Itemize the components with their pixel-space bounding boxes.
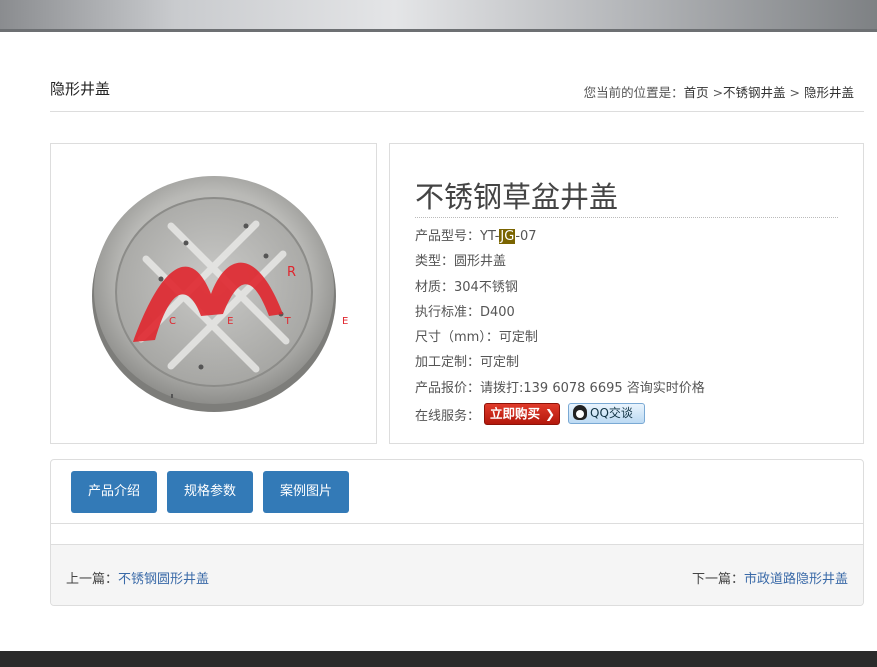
breadcrumb-category[interactable]: 不锈钢井盖 <box>723 85 786 100</box>
tab-specifications[interactable]: 规格参数 <box>167 471 253 513</box>
site-footer <box>0 651 877 667</box>
logo-text: C E T E <box>169 316 372 327</box>
spec-standard: 执行标准：D400 <box>415 304 515 320</box>
divider <box>415 217 838 218</box>
prev-article: 上一篇：不锈钢圆形井盖 <box>66 568 209 587</box>
spec-custom: 加工定制：可定制 <box>415 355 520 371</box>
product-specs: 产品型号：YT-JG-07 类型：圆形井盖 材质：304不锈钢 执行标准：D40… <box>415 224 705 429</box>
buy-now-label: 立即购买 <box>490 405 541 421</box>
article-pager: 上一篇：不锈钢圆形井盖 下一篇：市政道路隐形井盖 <box>51 544 863 605</box>
buy-now-button[interactable]: 立即购买 ❯ <box>484 402 561 425</box>
breadcrumb: 您当前的位置是：首页 >不锈钢井盖 > 隐形井盖 <box>584 82 854 101</box>
breadcrumb-prefix: 您当前的位置是： <box>583 85 684 100</box>
qq-penguin-icon <box>573 405 588 421</box>
tab-case-images[interactable]: 案例图片 <box>263 471 349 513</box>
spec-model-label: 产品型号： <box>415 229 481 244</box>
product-tabs-panel: 产品介绍 规格参数 案例图片 上一篇：不锈钢圆形井盖 下一篇：市政道路隐形井盖 <box>50 459 864 606</box>
spec-size: 尺寸（mm）：可定制 <box>415 330 538 346</box>
page-title: 隐形井盖 <box>50 80 111 98</box>
breadcrumb-current[interactable]: 隐形井盖 <box>804 85 854 100</box>
breadcrumb-home[interactable]: 首页 <box>684 85 709 100</box>
next-article: 下一篇：市政道路隐形井盖 <box>692 568 848 587</box>
next-label: 下一篇： <box>691 572 744 587</box>
cover-bolt <box>171 394 173 398</box>
spec-price: 产品报价：请拨打:139 6078 6695 咨询实时价格 <box>415 380 705 396</box>
product-image-frame: R C E T E <box>50 143 377 444</box>
spec-model: 产品型号：YT-JG-07 <box>415 224 705 249</box>
chevron-right-icon: ❯ <box>544 406 556 421</box>
prev-label: 上一篇： <box>66 572 119 587</box>
breadcrumb-separator: > <box>708 85 724 100</box>
online-service: 在线服务： 立即购买 ❯ QQ交谈 <box>415 402 705 429</box>
next-article-link[interactable]: 市政道路隐形井盖 <box>744 572 848 587</box>
product-name: 不锈钢草盆井盖 <box>415 180 619 214</box>
spec-model-prefix: YT- <box>480 229 500 244</box>
tab-product-intro[interactable]: 产品介绍 <box>71 471 157 513</box>
page-header: 隐形井盖 您当前的位置是：首页 >不锈钢井盖 > 隐形井盖 <box>50 74 864 112</box>
product-info-panel: 不锈钢草盆井盖 产品型号：YT-JG-07 类型：圆形井盖 材质：304不锈钢 … <box>389 143 864 444</box>
spec-material: 材质：304不锈钢 <box>415 279 518 295</box>
top-banner <box>0 0 877 32</box>
logo-registered-mark: R <box>287 265 296 280</box>
spec-model-highlight: JG <box>499 229 516 244</box>
spec-model-suffix: -07 <box>515 229 537 244</box>
product-image[interactable]: R C E T E <box>51 144 376 443</box>
qq-chat-label: QQ交谈 <box>590 406 633 421</box>
qq-chat-button[interactable]: QQ交谈 <box>568 403 646 425</box>
spec-type: 类型：圆形井盖 <box>415 254 507 270</box>
breadcrumb-separator: > <box>785 85 804 100</box>
tab-divider <box>51 523 863 524</box>
online-service-label: 在线服务： <box>415 409 481 425</box>
prev-article-link[interactable]: 不锈钢圆形井盖 <box>118 572 209 587</box>
